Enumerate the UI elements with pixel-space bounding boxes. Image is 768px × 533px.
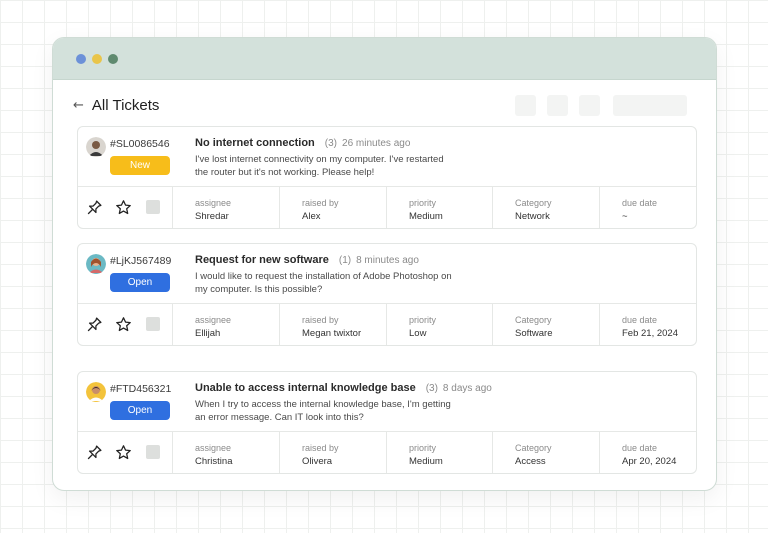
- ticket-title[interactable]: No internet connection: [195, 137, 315, 149]
- status-badge[interactable]: New: [110, 156, 170, 175]
- back-to-all-tickets[interactable]: ← All Tickets: [73, 97, 159, 114]
- priority-label: priority: [409, 315, 437, 325]
- ticket-time: 8 days ago: [442, 383, 492, 394]
- due-date-cell: due date Apr 20, 2024: [599, 432, 696, 473]
- assignee-cell: assignee Shredar: [172, 187, 279, 228]
- ticket-time: 8 minutes ago: [356, 255, 419, 266]
- assignee-value: Ellijah: [195, 328, 221, 339]
- ticket-count: (3): [425, 383, 438, 394]
- ticket-description: When I try to access the internal knowle…: [195, 399, 451, 423]
- raised-by-value: Megan twixtor: [302, 328, 362, 339]
- category-value: Access: [515, 456, 546, 467]
- priority-cell: priority Low: [386, 304, 492, 345]
- raised-by-label: raised by: [302, 198, 339, 208]
- due-date-label: due date: [622, 198, 658, 208]
- due-date-value: Apr 20, 2024: [622, 456, 677, 467]
- window-dot-yellow[interactable]: [92, 54, 102, 64]
- window-titlebar: [53, 38, 716, 80]
- ticket-title-row: Request for new software (1) 8 minutes ago: [195, 254, 419, 266]
- due-date-value: ~: [622, 211, 628, 222]
- ticket-title-row: No internet connection (3) 26 minutes ago: [195, 137, 410, 149]
- ticket-card[interactable]: #SL0086546 New No internet connection (3)…: [77, 126, 697, 229]
- raised-by-value: Olivera: [302, 456, 333, 467]
- priority-value: Medium: [409, 456, 443, 467]
- app-window: ← All Tickets #SL0086546 New No internet…: [52, 37, 717, 491]
- assignee-label: assignee: [195, 443, 232, 453]
- due-date-label: due date: [622, 443, 658, 453]
- star-icon[interactable]: [115, 199, 132, 216]
- window-dot-green[interactable]: [108, 54, 118, 64]
- priority-label: priority: [409, 443, 437, 453]
- avatar: [86, 382, 106, 402]
- select-checkbox[interactable]: [146, 445, 160, 459]
- ticket-id: #LjKJ567489: [110, 255, 172, 267]
- star-icon[interactable]: [115, 316, 132, 333]
- assignee-label: assignee: [195, 198, 232, 208]
- ticket-description: I've lost internet connectivity on my co…: [195, 154, 444, 178]
- ticket-count: (3): [324, 138, 338, 149]
- ticket-count: (1): [338, 255, 352, 266]
- due-date-value: Feb 21, 2024: [622, 328, 678, 339]
- ticket-title[interactable]: Request for new software: [195, 254, 329, 266]
- status-badge[interactable]: Open: [110, 401, 170, 420]
- priority-value: Low: [409, 328, 427, 339]
- ticket-time: 26 minutes ago: [342, 138, 411, 149]
- raised-by-value: Alex: [302, 211, 321, 222]
- category-label: Category: [515, 315, 552, 325]
- pin-icon[interactable]: [86, 199, 103, 216]
- assignee-cell: assignee Ellijah: [172, 304, 279, 345]
- toolbar-placeholder-1: [515, 95, 536, 116]
- raised-by-cell: raised by Alex: [279, 187, 386, 228]
- priority-cell: priority Medium: [386, 187, 492, 228]
- avatar: [86, 254, 106, 274]
- toolbar-placeholder-2: [547, 95, 568, 116]
- ticket-card[interactable]: #LjKJ567489 Open Request for new softwar…: [77, 243, 697, 346]
- category-value: Software: [515, 328, 553, 339]
- assignee-cell: assignee Christina: [172, 432, 279, 473]
- due-date-cell: due date Feb 21, 2024: [599, 304, 696, 345]
- star-icon[interactable]: [115, 444, 132, 461]
- raised-by-cell: raised by Olivera: [279, 432, 386, 473]
- category-label: Category: [515, 443, 552, 453]
- pin-icon[interactable]: [86, 316, 103, 333]
- page-title: All Tickets: [91, 97, 160, 114]
- category-label: Category: [515, 198, 552, 208]
- category-cell: Category Software: [492, 304, 599, 345]
- assignee-value: Christina: [195, 456, 233, 467]
- pin-icon[interactable]: [86, 444, 103, 461]
- category-cell: Category Access: [492, 432, 599, 473]
- priority-cell: priority Medium: [386, 432, 492, 473]
- ticket-id: #FTD456321: [110, 383, 172, 395]
- ticket-title[interactable]: Unable to access internal knowledge base: [195, 382, 416, 394]
- raised-by-cell: raised by Megan twixtor: [279, 304, 386, 345]
- ticket-id: #SL0086546: [110, 138, 170, 150]
- avatar: [86, 137, 106, 157]
- category-cell: Category Network: [492, 187, 599, 228]
- ticket-title-row: Unable to access internal knowledge base…: [195, 382, 492, 394]
- ticket-card[interactable]: #FTD456321 Open Unable to access interna…: [77, 371, 697, 474]
- assignee-label: assignee: [195, 315, 232, 325]
- priority-value: Medium: [409, 211, 443, 222]
- due-date-cell: due date ~: [599, 187, 696, 228]
- back-arrow-icon[interactable]: ←: [73, 98, 84, 113]
- select-checkbox[interactable]: [146, 200, 160, 214]
- category-value: Network: [515, 211, 550, 222]
- assignee-value: Shredar: [195, 211, 229, 222]
- raised-by-label: raised by: [302, 315, 339, 325]
- toolbar-placeholder-3: [579, 95, 600, 116]
- priority-label: priority: [409, 198, 437, 208]
- select-checkbox[interactable]: [146, 317, 160, 331]
- ticket-description: I would like to request the installation…: [195, 271, 452, 295]
- due-date-label: due date: [622, 315, 658, 325]
- status-badge[interactable]: Open: [110, 273, 170, 292]
- toolbar-placeholder-4: [613, 95, 687, 116]
- window-dot-blue[interactable]: [76, 54, 86, 64]
- raised-by-label: raised by: [302, 443, 339, 453]
